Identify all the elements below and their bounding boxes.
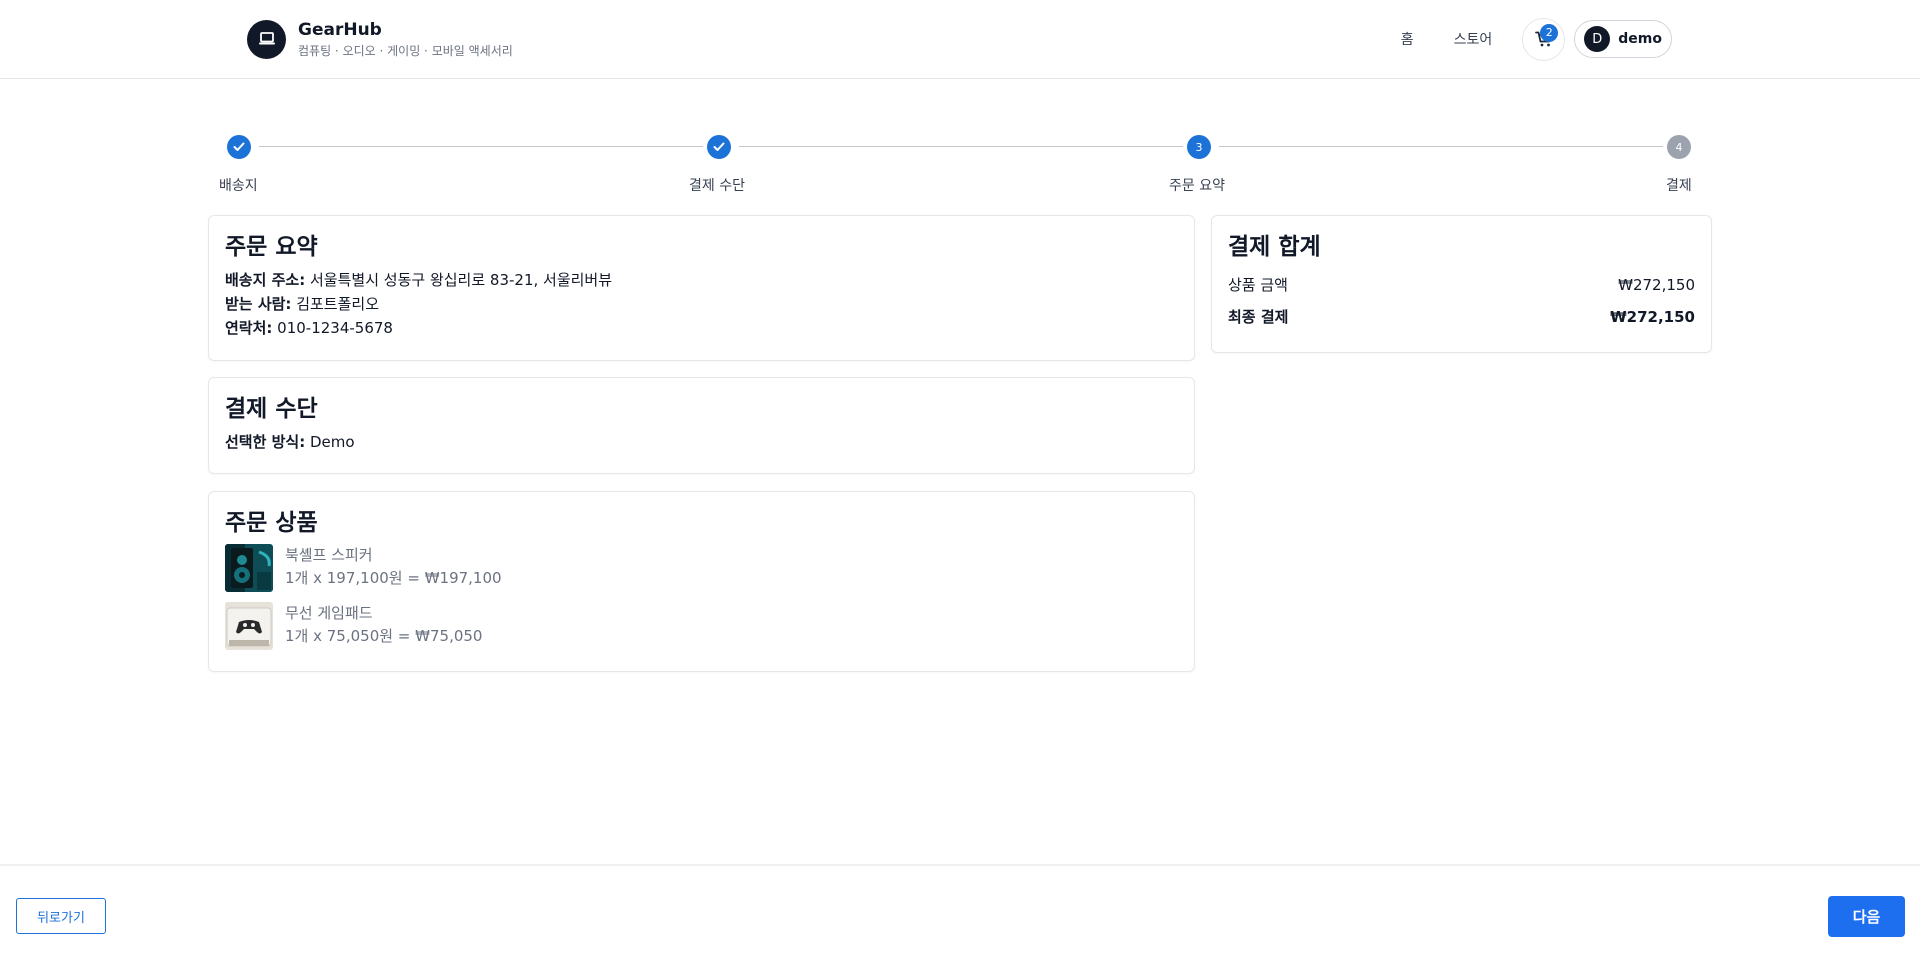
list-item: 무선 게임패드 1개 x 75,050원 = ₩75,050 [225,602,1178,650]
list-item: 북셸프 스피커 1개 x 197,100원 = ₩197,100 [225,544,1178,592]
final-total-label: 최종 결제 [1228,308,1289,326]
final-total-row: 최종 결제 ₩272,150 [1228,306,1695,328]
item-name: 무선 게임패드 [285,604,373,622]
payment-method-title: 결제 수단 [225,396,318,422]
payment-method-card: 결제 수단 선택한 방식: Demo [208,377,1195,474]
step-connector [1219,146,1663,147]
brand-name: GearHub [298,20,382,40]
order-summary-title: 주문 요약 [225,234,318,260]
step-4-label: 결제 [1666,178,1692,194]
recipient: 받는 사람: 김포트폴리오 [225,292,1178,316]
step-connector [739,146,1183,147]
final-total-value: ₩272,150 [1610,308,1695,326]
method-label: 선택한 방식: [225,433,306,451]
payment-total-title: 결제 합계 [1228,234,1321,260]
nav-home-link[interactable]: 홈 [1401,29,1414,49]
main-nav: 홈 스토어 2 D demo [1401,17,1672,61]
address-value: 서울특별시 성동구 왕십리로 83-21, 서울리버뷰 [305,271,613,289]
speaker-thumbnail [225,544,273,592]
brand-subtitle: 컴퓨팅 · 오디오 · 게이밍 · 모바일 액세서리 [298,44,513,58]
item-price: 1개 x 75,050원 = ₩75,050 [285,627,483,645]
check-icon [713,142,725,151]
step-1-indicator [227,135,251,159]
next-button[interactable]: 다음 [1828,896,1905,937]
nav-store-link[interactable]: 스토어 [1454,29,1493,49]
cart-count-badge: 2 [1540,23,1559,42]
gamepad-thumbnail [225,602,273,650]
subtotal-row: 상품 금액 ₩272,150 [1228,274,1695,296]
checkout-footer: 뒤로가기 다음 [0,864,1920,963]
cart-button[interactable]: 2 [1522,17,1566,61]
top-header: GearHub 컴퓨팅 · 오디오 · 게이밍 · 모바일 액세서리 홈 스토어… [0,0,1920,79]
check-icon [233,142,245,151]
back-button[interactable]: 뒤로가기 [16,898,106,934]
subtotal-value: ₩272,150 [1618,276,1695,294]
recipient-value: 김포트폴리오 [291,295,379,313]
method-value: Demo [305,433,355,451]
user-name: demo [1618,31,1662,47]
item-name: 북셸프 스피커 [285,546,373,564]
phone: 연락처: 010-1234-5678 [225,316,1178,340]
item-price: 1개 x 197,100원 = ₩197,100 [285,569,502,587]
user-menu-button[interactable]: D demo [1574,20,1672,58]
order-items-card: 주문 상품 북셸프 스피커 1개 x 197,100원 = ₩197,100 무… [208,491,1195,672]
order-items-title: 주문 상품 [225,510,318,536]
recipient-label: 받는 사람: [225,295,292,313]
checkout-stepper: 3 4 배송지 결제 수단 주문 요약 결제 [209,130,1700,200]
step-connector [259,146,703,147]
step-1-label: 배송지 [219,178,258,194]
brand[interactable]: GearHub 컴퓨팅 · 오디오 · 게이밍 · 모바일 액세서리 [247,19,513,59]
step-2-indicator [707,135,731,159]
step-4-indicator: 4 [1667,135,1691,159]
subtotal-label: 상품 금액 [1228,276,1288,294]
selected-method: 선택한 방식: Demo [225,430,1178,454]
phone-value: 010-1234-5678 [272,319,393,337]
laptop-icon [247,19,286,59]
phone-label: 연락처: [225,319,273,337]
step-2-label: 결제 수단 [689,178,745,194]
step-3-indicator: 3 [1187,135,1211,159]
address-label: 배송지 주소: [225,271,306,289]
payment-total-card: 결제 합계 상품 금액 ₩272,150 최종 결제 ₩272,150 [1211,215,1712,353]
step-3-label: 주문 요약 [1169,178,1225,194]
avatar: D [1584,26,1611,52]
shipping-address: 배송지 주소: 서울특별시 성동구 왕십리로 83-21, 서울리버뷰 [225,268,1178,292]
order-summary-card: 주문 요약 배송지 주소: 서울특별시 성동구 왕십리로 83-21, 서울리버… [208,215,1195,361]
